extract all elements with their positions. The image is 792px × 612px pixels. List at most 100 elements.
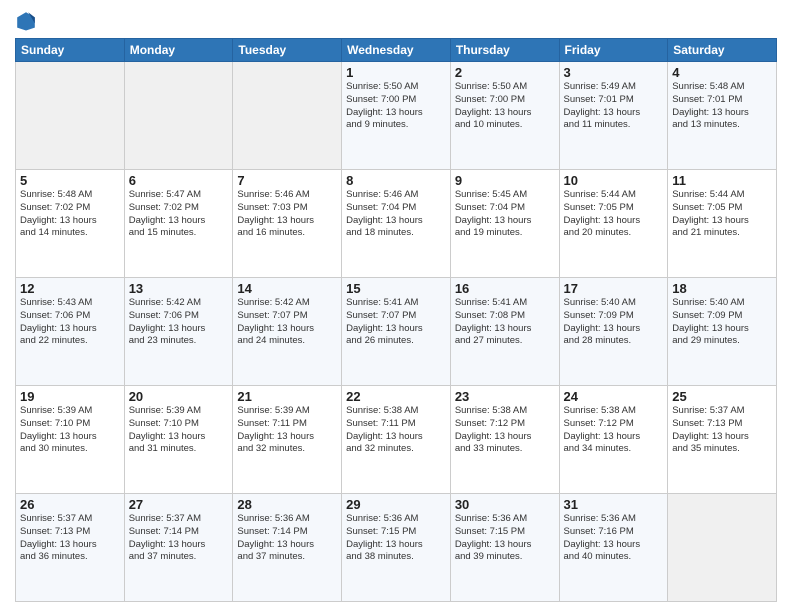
day-number: 14 (237, 281, 337, 296)
calendar-cell: 13Sunrise: 5:42 AM Sunset: 7:06 PM Dayli… (124, 278, 233, 386)
day-info: Sunrise: 5:42 AM Sunset: 7:06 PM Dayligh… (129, 297, 229, 348)
calendar-cell (16, 62, 125, 170)
calendar-cell: 26Sunrise: 5:37 AM Sunset: 7:13 PM Dayli… (16, 494, 125, 602)
weekday-header-friday: Friday (559, 39, 668, 62)
day-number: 19 (20, 389, 120, 404)
day-info: Sunrise: 5:38 AM Sunset: 7:11 PM Dayligh… (346, 405, 446, 456)
calendar-cell: 22Sunrise: 5:38 AM Sunset: 7:11 PM Dayli… (342, 386, 451, 494)
day-info: Sunrise: 5:36 AM Sunset: 7:14 PM Dayligh… (237, 513, 337, 564)
day-info: Sunrise: 5:38 AM Sunset: 7:12 PM Dayligh… (564, 405, 664, 456)
calendar-cell: 7Sunrise: 5:46 AM Sunset: 7:03 PM Daylig… (233, 170, 342, 278)
day-number: 20 (129, 389, 229, 404)
day-number: 31 (564, 497, 664, 512)
calendar-cell (124, 62, 233, 170)
calendar-cell: 12Sunrise: 5:43 AM Sunset: 7:06 PM Dayli… (16, 278, 125, 386)
calendar-cell: 25Sunrise: 5:37 AM Sunset: 7:13 PM Dayli… (668, 386, 777, 494)
day-number: 25 (672, 389, 772, 404)
day-info: Sunrise: 5:40 AM Sunset: 7:09 PM Dayligh… (672, 297, 772, 348)
day-number: 9 (455, 173, 555, 188)
day-number: 13 (129, 281, 229, 296)
day-info: Sunrise: 5:36 AM Sunset: 7:16 PM Dayligh… (564, 513, 664, 564)
week-row-5: 26Sunrise: 5:37 AM Sunset: 7:13 PM Dayli… (16, 494, 777, 602)
day-info: Sunrise: 5:39 AM Sunset: 7:10 PM Dayligh… (129, 405, 229, 456)
day-number: 2 (455, 65, 555, 80)
day-number: 16 (455, 281, 555, 296)
day-info: Sunrise: 5:39 AM Sunset: 7:11 PM Dayligh… (237, 405, 337, 456)
day-number: 27 (129, 497, 229, 512)
day-info: Sunrise: 5:48 AM Sunset: 7:01 PM Dayligh… (672, 81, 772, 132)
day-number: 3 (564, 65, 664, 80)
calendar-cell: 10Sunrise: 5:44 AM Sunset: 7:05 PM Dayli… (559, 170, 668, 278)
calendar-cell: 1Sunrise: 5:50 AM Sunset: 7:00 PM Daylig… (342, 62, 451, 170)
calendar-cell: 4Sunrise: 5:48 AM Sunset: 7:01 PM Daylig… (668, 62, 777, 170)
day-number: 23 (455, 389, 555, 404)
week-row-1: 1Sunrise: 5:50 AM Sunset: 7:00 PM Daylig… (16, 62, 777, 170)
calendar-cell: 8Sunrise: 5:46 AM Sunset: 7:04 PM Daylig… (342, 170, 451, 278)
day-info: Sunrise: 5:37 AM Sunset: 7:13 PM Dayligh… (20, 513, 120, 564)
day-number: 21 (237, 389, 337, 404)
day-info: Sunrise: 5:45 AM Sunset: 7:04 PM Dayligh… (455, 189, 555, 240)
day-info: Sunrise: 5:50 AM Sunset: 7:00 PM Dayligh… (455, 81, 555, 132)
calendar-cell: 16Sunrise: 5:41 AM Sunset: 7:08 PM Dayli… (450, 278, 559, 386)
day-info: Sunrise: 5:41 AM Sunset: 7:08 PM Dayligh… (455, 297, 555, 348)
page: SundayMondayTuesdayWednesdayThursdayFrid… (0, 0, 792, 612)
calendar-cell: 19Sunrise: 5:39 AM Sunset: 7:10 PM Dayli… (16, 386, 125, 494)
weekday-header-row: SundayMondayTuesdayWednesdayThursdayFrid… (16, 39, 777, 62)
weekday-header-saturday: Saturday (668, 39, 777, 62)
day-info: Sunrise: 5:48 AM Sunset: 7:02 PM Dayligh… (20, 189, 120, 240)
day-number: 11 (672, 173, 772, 188)
calendar-cell: 17Sunrise: 5:40 AM Sunset: 7:09 PM Dayli… (559, 278, 668, 386)
calendar-cell: 24Sunrise: 5:38 AM Sunset: 7:12 PM Dayli… (559, 386, 668, 494)
day-info: Sunrise: 5:47 AM Sunset: 7:02 PM Dayligh… (129, 189, 229, 240)
day-info: Sunrise: 5:50 AM Sunset: 7:00 PM Dayligh… (346, 81, 446, 132)
day-number: 4 (672, 65, 772, 80)
day-number: 15 (346, 281, 446, 296)
day-info: Sunrise: 5:43 AM Sunset: 7:06 PM Dayligh… (20, 297, 120, 348)
day-info: Sunrise: 5:36 AM Sunset: 7:15 PM Dayligh… (346, 513, 446, 564)
day-info: Sunrise: 5:40 AM Sunset: 7:09 PM Dayligh… (564, 297, 664, 348)
calendar-cell: 6Sunrise: 5:47 AM Sunset: 7:02 PM Daylig… (124, 170, 233, 278)
day-number: 6 (129, 173, 229, 188)
calendar-cell: 21Sunrise: 5:39 AM Sunset: 7:11 PM Dayli… (233, 386, 342, 494)
day-number: 24 (564, 389, 664, 404)
calendar-cell: 29Sunrise: 5:36 AM Sunset: 7:15 PM Dayli… (342, 494, 451, 602)
day-info: Sunrise: 5:44 AM Sunset: 7:05 PM Dayligh… (564, 189, 664, 240)
week-row-2: 5Sunrise: 5:48 AM Sunset: 7:02 PM Daylig… (16, 170, 777, 278)
calendar-cell: 15Sunrise: 5:41 AM Sunset: 7:07 PM Dayli… (342, 278, 451, 386)
calendar-cell: 3Sunrise: 5:49 AM Sunset: 7:01 PM Daylig… (559, 62, 668, 170)
day-info: Sunrise: 5:46 AM Sunset: 7:03 PM Dayligh… (237, 189, 337, 240)
day-info: Sunrise: 5:41 AM Sunset: 7:07 PM Dayligh… (346, 297, 446, 348)
day-info: Sunrise: 5:44 AM Sunset: 7:05 PM Dayligh… (672, 189, 772, 240)
day-number: 29 (346, 497, 446, 512)
calendar-cell: 18Sunrise: 5:40 AM Sunset: 7:09 PM Dayli… (668, 278, 777, 386)
calendar-cell: 30Sunrise: 5:36 AM Sunset: 7:15 PM Dayli… (450, 494, 559, 602)
day-info: Sunrise: 5:36 AM Sunset: 7:15 PM Dayligh… (455, 513, 555, 564)
logo (15, 10, 41, 32)
calendar-cell: 14Sunrise: 5:42 AM Sunset: 7:07 PM Dayli… (233, 278, 342, 386)
calendar-cell: 27Sunrise: 5:37 AM Sunset: 7:14 PM Dayli… (124, 494, 233, 602)
day-info: Sunrise: 5:39 AM Sunset: 7:10 PM Dayligh… (20, 405, 120, 456)
day-number: 28 (237, 497, 337, 512)
weekday-header-monday: Monday (124, 39, 233, 62)
day-number: 26 (20, 497, 120, 512)
day-number: 8 (346, 173, 446, 188)
calendar-cell (668, 494, 777, 602)
day-number: 22 (346, 389, 446, 404)
week-row-3: 12Sunrise: 5:43 AM Sunset: 7:06 PM Dayli… (16, 278, 777, 386)
weekday-header-thursday: Thursday (450, 39, 559, 62)
calendar-cell: 23Sunrise: 5:38 AM Sunset: 7:12 PM Dayli… (450, 386, 559, 494)
day-number: 5 (20, 173, 120, 188)
weekday-header-tuesday: Tuesday (233, 39, 342, 62)
day-number: 1 (346, 65, 446, 80)
day-info: Sunrise: 5:37 AM Sunset: 7:13 PM Dayligh… (672, 405, 772, 456)
day-info: Sunrise: 5:37 AM Sunset: 7:14 PM Dayligh… (129, 513, 229, 564)
calendar-table: SundayMondayTuesdayWednesdayThursdayFrid… (15, 38, 777, 602)
calendar-cell: 20Sunrise: 5:39 AM Sunset: 7:10 PM Dayli… (124, 386, 233, 494)
day-number: 7 (237, 173, 337, 188)
day-number: 10 (564, 173, 664, 188)
day-info: Sunrise: 5:38 AM Sunset: 7:12 PM Dayligh… (455, 405, 555, 456)
calendar-cell: 5Sunrise: 5:48 AM Sunset: 7:02 PM Daylig… (16, 170, 125, 278)
day-info: Sunrise: 5:49 AM Sunset: 7:01 PM Dayligh… (564, 81, 664, 132)
calendar-cell: 28Sunrise: 5:36 AM Sunset: 7:14 PM Dayli… (233, 494, 342, 602)
day-info: Sunrise: 5:42 AM Sunset: 7:07 PM Dayligh… (237, 297, 337, 348)
